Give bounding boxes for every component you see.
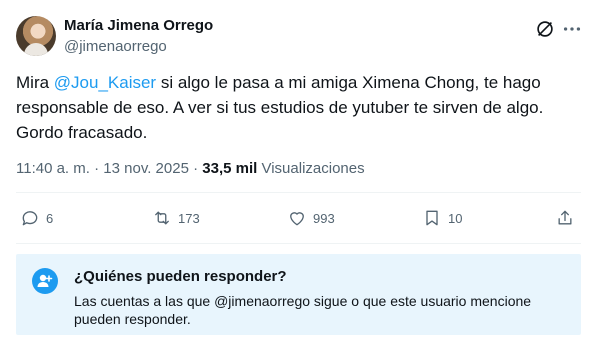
share-icon [558,210,572,225]
tweet-date[interactable]: 13 nov. 2025 [103,160,189,177]
tweet-meta: 11:40 a. m. · 13 nov. 2025 · 33,5 mil Vi… [16,160,365,177]
meta-separator: · [188,160,203,177]
repost-count: 173 [178,210,200,226]
reply-button[interactable]: 6 [20,206,53,230]
bookmark-count: 10 [448,210,463,226]
divider [16,192,581,193]
tweet-time[interactable]: 11:40 a. m. [16,160,90,177]
like-icon [290,212,304,226]
mention-link[interactable]: @Jou_Kaiser [54,73,156,92]
bookmark-button[interactable]: 10 [422,206,462,230]
reply-restriction-title: ¿Quiénes pueden responder? [74,268,287,285]
reply-restriction-description: Las cuentas a las que @jimenaorrego sigu… [74,293,532,327]
meta-separator: · [89,160,104,177]
avatar[interactable] [16,16,56,56]
like-count: 993 [313,210,335,226]
author-name[interactable]: María Jimena Orrego [64,17,213,34]
grok-icon[interactable] [534,18,556,40]
divider [16,243,581,244]
author-handle[interactable]: @jimenaorrego [64,38,167,55]
reply-icon [22,211,38,226]
bookmark-icon [426,210,438,226]
views-count: 33,5 mil [202,160,258,177]
repost-icon [155,211,169,225]
tweet-text-before: Mira [16,73,54,92]
views-label: Visualizaciones [257,160,365,177]
reply-count: 6 [46,210,54,226]
action-bar: 6 173 993 10 [16,200,581,236]
tweet-header: María Jimena Orrego @jimenaorrego [16,14,581,58]
reply-restriction-notice: ¿Quiénes pueden responder? Las cuentas a… [16,254,581,335]
tweet-text: Mira @Jou_Kaiser si algo le pasa a mi am… [16,70,581,145]
people-icon [32,268,58,294]
share-button[interactable] [555,206,575,230]
more-icon[interactable] [561,18,583,40]
repost-button[interactable]: 173 [152,206,200,230]
like-button[interactable]: 993 [287,206,335,230]
